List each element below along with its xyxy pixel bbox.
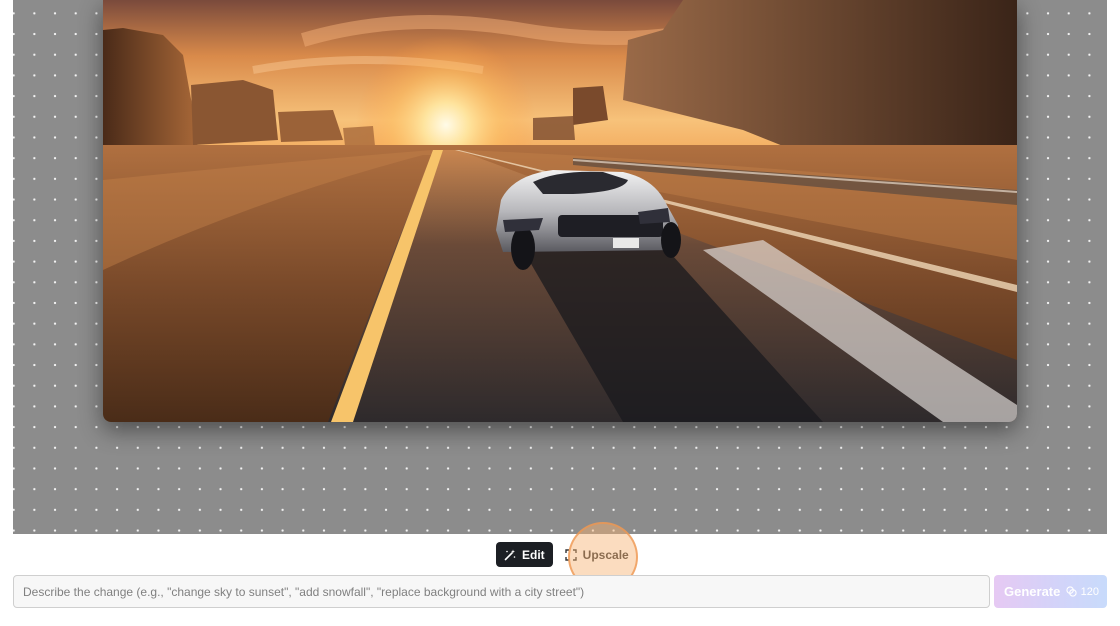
expand-icon [564, 548, 577, 561]
desert-car-illustration [103, 0, 1017, 422]
generated-image[interactable] [103, 0, 1017, 422]
edit-button[interactable]: Edit [496, 542, 553, 567]
upscale-label: Upscale [582, 547, 629, 562]
credits-badge: 120 [1066, 586, 1099, 598]
generate-button[interactable]: Generate 120 [994, 575, 1107, 608]
prompt-input[interactable] [13, 575, 990, 608]
generate-label: Generate [1004, 584, 1061, 599]
credits-count: 120 [1080, 585, 1099, 598]
edit-label: Edit [522, 547, 545, 562]
upscale-button[interactable]: Upscale [557, 542, 637, 567]
magic-wand-icon [504, 549, 516, 560]
coins-icon [1066, 586, 1077, 597]
image-canvas [13, 0, 1107, 534]
mode-toolbar: Edit Upscale [496, 542, 637, 567]
